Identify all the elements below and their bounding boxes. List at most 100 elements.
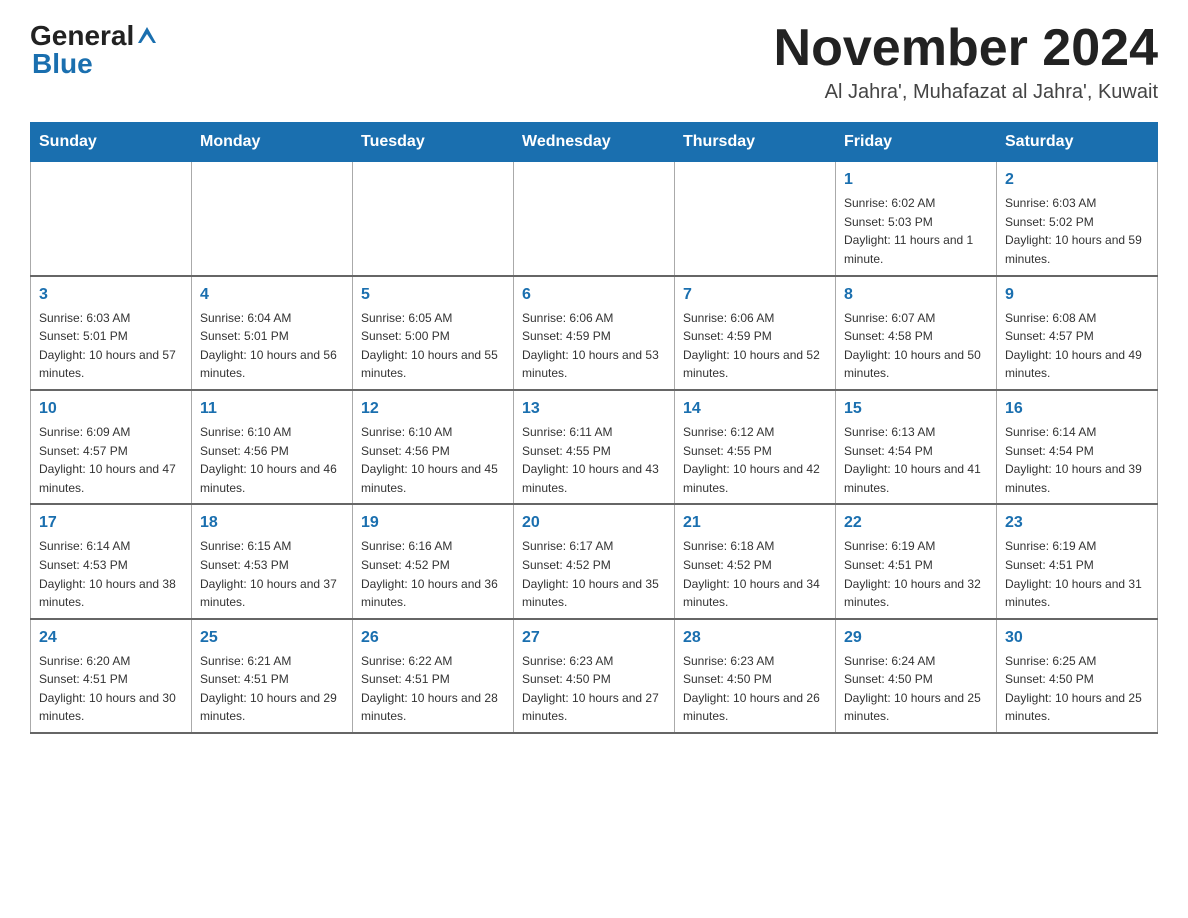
day-number: 12	[361, 397, 505, 421]
day-info: Sunrise: 6:03 AMSunset: 5:01 PMDaylight:…	[39, 309, 183, 383]
day-info: Sunrise: 6:10 AMSunset: 4:56 PMDaylight:…	[361, 423, 505, 497]
day-info: Sunrise: 6:05 AMSunset: 5:00 PMDaylight:…	[361, 309, 505, 383]
day-info: Sunrise: 6:17 AMSunset: 4:52 PMDaylight:…	[522, 537, 666, 611]
day-number: 22	[844, 511, 988, 535]
day-cell: 30Sunrise: 6:25 AMSunset: 4:50 PMDayligh…	[997, 619, 1158, 733]
page-header: General Blue November 2024 Al Jahra', Mu…	[30, 20, 1158, 104]
calendar-table: SundayMondayTuesdayWednesdayThursdayFrid…	[30, 122, 1158, 734]
day-cell: 18Sunrise: 6:15 AMSunset: 4:53 PMDayligh…	[192, 504, 353, 618]
day-info: Sunrise: 6:19 AMSunset: 4:51 PMDaylight:…	[1005, 537, 1149, 611]
day-number: 14	[683, 397, 827, 421]
day-cell: 3Sunrise: 6:03 AMSunset: 5:01 PMDaylight…	[31, 276, 192, 390]
day-cell	[31, 162, 192, 276]
day-info: Sunrise: 6:09 AMSunset: 4:57 PMDaylight:…	[39, 423, 183, 497]
day-info: Sunrise: 6:14 AMSunset: 4:54 PMDaylight:…	[1005, 423, 1149, 497]
day-cell: 29Sunrise: 6:24 AMSunset: 4:50 PMDayligh…	[836, 619, 997, 733]
day-cell: 6Sunrise: 6:06 AMSunset: 4:59 PMDaylight…	[514, 276, 675, 390]
title-area: November 2024 Al Jahra', Muhafazat al Ja…	[774, 20, 1158, 104]
week-row-1: 3Sunrise: 6:03 AMSunset: 5:01 PMDaylight…	[31, 276, 1158, 390]
day-number: 27	[522, 626, 666, 650]
day-info: Sunrise: 6:16 AMSunset: 4:52 PMDaylight:…	[361, 537, 505, 611]
day-cell	[192, 162, 353, 276]
day-cell: 16Sunrise: 6:14 AMSunset: 4:54 PMDayligh…	[997, 390, 1158, 504]
logo: General Blue	[30, 20, 158, 80]
day-number: 5	[361, 283, 505, 307]
day-info: Sunrise: 6:13 AMSunset: 4:54 PMDaylight:…	[844, 423, 988, 497]
day-number: 15	[844, 397, 988, 421]
day-info: Sunrise: 6:24 AMSunset: 4:50 PMDaylight:…	[844, 652, 988, 726]
day-number: 9	[1005, 283, 1149, 307]
week-row-2: 10Sunrise: 6:09 AMSunset: 4:57 PMDayligh…	[31, 390, 1158, 504]
day-info: Sunrise: 6:14 AMSunset: 4:53 PMDaylight:…	[39, 537, 183, 611]
day-info: Sunrise: 6:02 AMSunset: 5:03 PMDaylight:…	[844, 194, 988, 268]
day-cell: 8Sunrise: 6:07 AMSunset: 4:58 PMDaylight…	[836, 276, 997, 390]
day-info: Sunrise: 6:03 AMSunset: 5:02 PMDaylight:…	[1005, 194, 1149, 268]
day-cell: 7Sunrise: 6:06 AMSunset: 4:59 PMDaylight…	[675, 276, 836, 390]
day-number: 25	[200, 626, 344, 650]
day-cell: 25Sunrise: 6:21 AMSunset: 4:51 PMDayligh…	[192, 619, 353, 733]
week-row-4: 24Sunrise: 6:20 AMSunset: 4:51 PMDayligh…	[31, 619, 1158, 733]
day-info: Sunrise: 6:06 AMSunset: 4:59 PMDaylight:…	[683, 309, 827, 383]
day-cell: 9Sunrise: 6:08 AMSunset: 4:57 PMDaylight…	[997, 276, 1158, 390]
day-info: Sunrise: 6:23 AMSunset: 4:50 PMDaylight:…	[522, 652, 666, 726]
day-info: Sunrise: 6:23 AMSunset: 4:50 PMDaylight:…	[683, 652, 827, 726]
day-info: Sunrise: 6:20 AMSunset: 4:51 PMDaylight:…	[39, 652, 183, 726]
header-monday: Monday	[192, 123, 353, 162]
day-number: 29	[844, 626, 988, 650]
day-number: 7	[683, 283, 827, 307]
day-info: Sunrise: 6:15 AMSunset: 4:53 PMDaylight:…	[200, 537, 344, 611]
day-number: 26	[361, 626, 505, 650]
day-number: 6	[522, 283, 666, 307]
day-info: Sunrise: 6:18 AMSunset: 4:52 PMDaylight:…	[683, 537, 827, 611]
day-info: Sunrise: 6:11 AMSunset: 4:55 PMDaylight:…	[522, 423, 666, 497]
day-info: Sunrise: 6:10 AMSunset: 4:56 PMDaylight:…	[200, 423, 344, 497]
day-info: Sunrise: 6:12 AMSunset: 4:55 PMDaylight:…	[683, 423, 827, 497]
day-number: 24	[39, 626, 183, 650]
day-info: Sunrise: 6:04 AMSunset: 5:01 PMDaylight:…	[200, 309, 344, 383]
header-tuesday: Tuesday	[353, 123, 514, 162]
day-cell: 23Sunrise: 6:19 AMSunset: 4:51 PMDayligh…	[997, 504, 1158, 618]
day-info: Sunrise: 6:22 AMSunset: 4:51 PMDaylight:…	[361, 652, 505, 726]
logo-icon	[136, 25, 158, 47]
day-cell	[353, 162, 514, 276]
day-cell: 2Sunrise: 6:03 AMSunset: 5:02 PMDaylight…	[997, 162, 1158, 276]
day-number: 16	[1005, 397, 1149, 421]
day-number: 19	[361, 511, 505, 535]
day-number: 17	[39, 511, 183, 535]
week-row-0: 1Sunrise: 6:02 AMSunset: 5:03 PMDaylight…	[31, 162, 1158, 276]
header-wednesday: Wednesday	[514, 123, 675, 162]
day-number: 28	[683, 626, 827, 650]
calendar-title: November 2024	[774, 20, 1158, 77]
day-number: 2	[1005, 168, 1149, 192]
day-info: Sunrise: 6:06 AMSunset: 4:59 PMDaylight:…	[522, 309, 666, 383]
day-number: 13	[522, 397, 666, 421]
day-cell: 21Sunrise: 6:18 AMSunset: 4:52 PMDayligh…	[675, 504, 836, 618]
day-cell: 17Sunrise: 6:14 AMSunset: 4:53 PMDayligh…	[31, 504, 192, 618]
day-cell	[675, 162, 836, 276]
day-number: 3	[39, 283, 183, 307]
day-cell: 11Sunrise: 6:10 AMSunset: 4:56 PMDayligh…	[192, 390, 353, 504]
day-number: 1	[844, 168, 988, 192]
day-number: 30	[1005, 626, 1149, 650]
day-cell: 12Sunrise: 6:10 AMSunset: 4:56 PMDayligh…	[353, 390, 514, 504]
day-cell: 27Sunrise: 6:23 AMSunset: 4:50 PMDayligh…	[514, 619, 675, 733]
day-number: 11	[200, 397, 344, 421]
day-cell	[514, 162, 675, 276]
day-cell: 5Sunrise: 6:05 AMSunset: 5:00 PMDaylight…	[353, 276, 514, 390]
day-info: Sunrise: 6:21 AMSunset: 4:51 PMDaylight:…	[200, 652, 344, 726]
header-thursday: Thursday	[675, 123, 836, 162]
day-info: Sunrise: 6:25 AMSunset: 4:50 PMDaylight:…	[1005, 652, 1149, 726]
day-number: 21	[683, 511, 827, 535]
header-saturday: Saturday	[997, 123, 1158, 162]
day-cell: 10Sunrise: 6:09 AMSunset: 4:57 PMDayligh…	[31, 390, 192, 504]
day-cell: 14Sunrise: 6:12 AMSunset: 4:55 PMDayligh…	[675, 390, 836, 504]
day-cell: 13Sunrise: 6:11 AMSunset: 4:55 PMDayligh…	[514, 390, 675, 504]
day-info: Sunrise: 6:19 AMSunset: 4:51 PMDaylight:…	[844, 537, 988, 611]
day-cell: 28Sunrise: 6:23 AMSunset: 4:50 PMDayligh…	[675, 619, 836, 733]
day-cell: 24Sunrise: 6:20 AMSunset: 4:51 PMDayligh…	[31, 619, 192, 733]
day-info: Sunrise: 6:07 AMSunset: 4:58 PMDaylight:…	[844, 309, 988, 383]
day-number: 4	[200, 283, 344, 307]
day-cell: 22Sunrise: 6:19 AMSunset: 4:51 PMDayligh…	[836, 504, 997, 618]
header-friday: Friday	[836, 123, 997, 162]
day-number: 23	[1005, 511, 1149, 535]
